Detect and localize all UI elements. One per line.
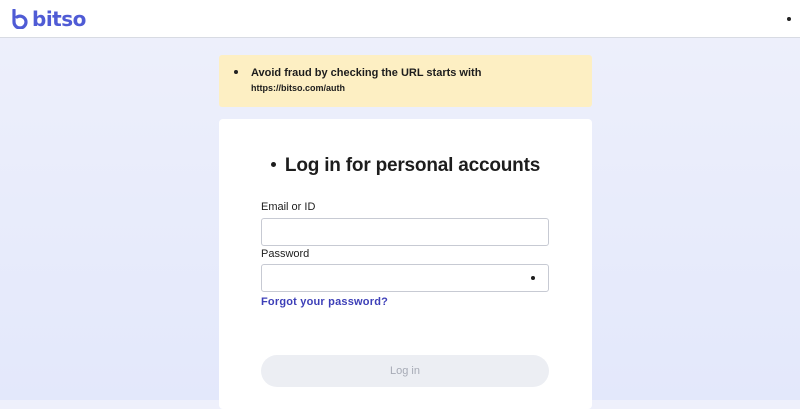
show-password-icon[interactable] [531,276,535,280]
login-button[interactable]: Log in [261,355,549,387]
password-field[interactable] [261,264,549,292]
top-navigation-bar: bitso [0,0,800,38]
email-field[interactable] [261,218,549,246]
bullet-icon [234,70,238,74]
bitso-logo-icon [12,9,28,29]
menu-dot-icon[interactable] [787,17,791,21]
banner-warning-text: Avoid fraud by checking the URL starts w… [251,67,482,79]
page-title: Log in for personal accounts [284,155,541,176]
bullet-icon [270,162,276,167]
banner-url-text: https://bitso.com/auth [251,83,345,93]
password-label: Password [261,248,310,260]
forgot-password-link[interactable]: Forgot your password? [261,296,388,308]
email-label: Email or ID [261,201,316,213]
fraud-warning-banner: Avoid fraud by checking the URL starts w… [219,55,592,107]
login-title-row: Log in for personal accounts [219,155,592,177]
login-card: Log in for personal accounts Email or ID… [219,119,592,409]
logo-text: bitso [32,7,86,31]
bitso-logo[interactable]: bitso [11,7,86,31]
